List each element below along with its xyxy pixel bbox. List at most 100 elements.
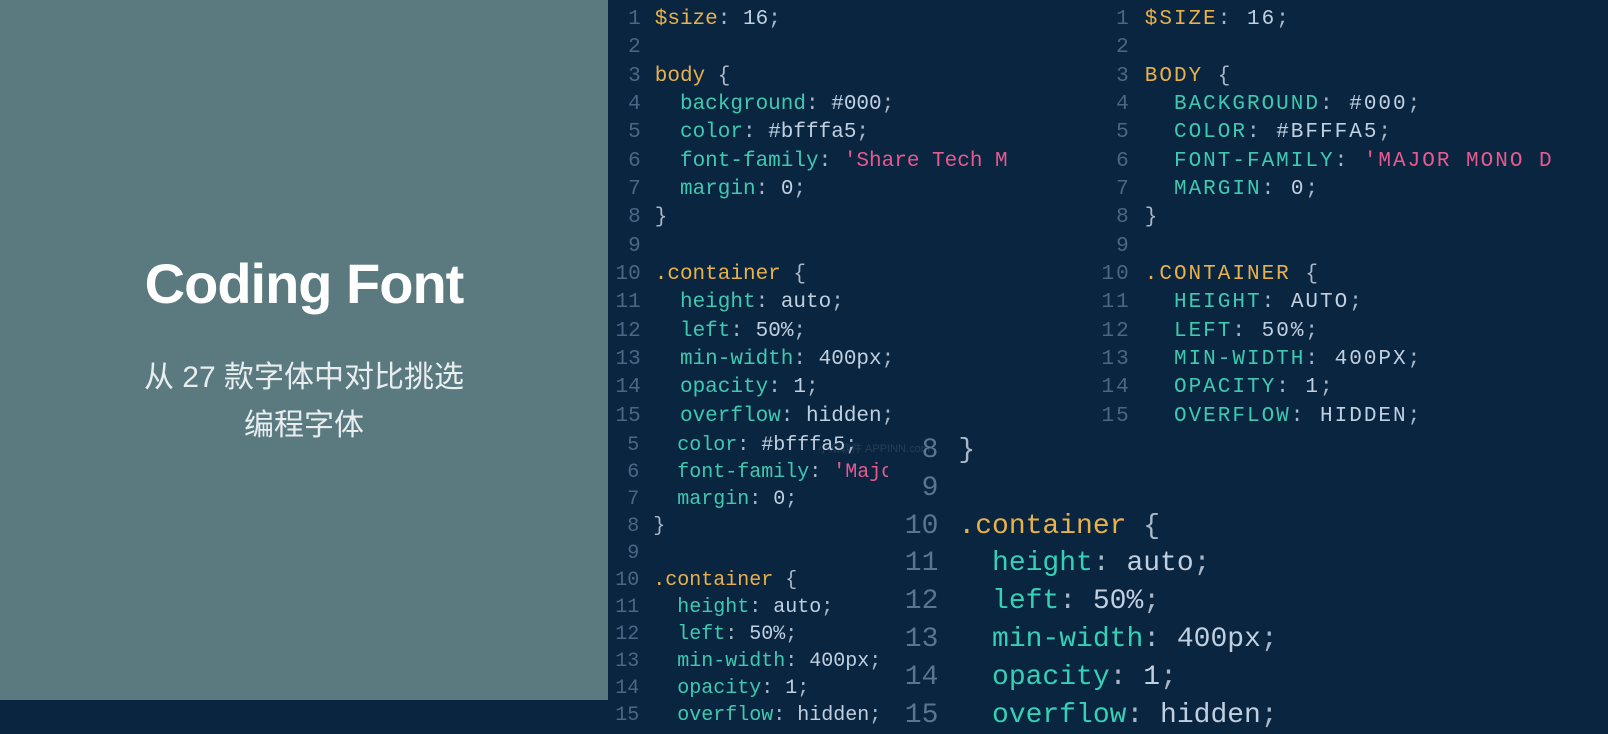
line-number: 14 [608, 374, 641, 402]
code-text: height: auto; [958, 545, 1210, 583]
code-comparison-panel: 1$size: 16;23body {4 background: #000;5 … [608, 0, 1608, 700]
line-number: 9 [608, 233, 641, 261]
line-number: 10 [1098, 261, 1131, 289]
code-line: 13 min-width: 400px; [888, 621, 1608, 659]
line-number: 5 [608, 119, 641, 147]
code-pane-top-left: 1$size: 16;23body {4 background: #000;5 … [608, 6, 1098, 431]
line-number: 9 [1098, 233, 1131, 261]
code-text: HEIGHT: AUTO; [1145, 289, 1364, 317]
code-line: 9 [888, 470, 1608, 508]
code-text: MARGIN: 0; [1145, 176, 1320, 204]
code-line: 15 overflow: hidden; [608, 403, 1098, 431]
code-line: 15 overflow: hidden; [888, 697, 1608, 734]
line-number: 8 [608, 204, 641, 232]
code-text: background: #000; [655, 91, 895, 119]
code-line: 7 MARGIN: 0; [1098, 176, 1608, 204]
code-line: 9 [1098, 233, 1608, 261]
line-number: 15 [1098, 403, 1131, 431]
code-text: color: #bfffa5; [655, 119, 869, 147]
code-line: 14 opacity: 1; [888, 659, 1608, 697]
code-text: .container { [653, 567, 797, 594]
code-pane-top-right: 1$SIZE: 16;23BODY {4 BACKGROUND: #000;5 … [1098, 6, 1608, 431]
code-line: 8} [888, 432, 1608, 470]
line-number: 5 [608, 432, 639, 459]
line-number: 13 [888, 621, 938, 659]
line-number: 9 [608, 540, 639, 567]
line-number: 6 [608, 459, 639, 486]
hero-panel: Coding Font 从 27 款字体中对比挑选 编程字体 [0, 0, 608, 700]
code-line: 4 background: #000; [608, 91, 1098, 119]
code-line: 13 min-width: 400px; [608, 346, 1098, 374]
line-number: 8 [1098, 204, 1131, 232]
code-text: min-width: 400px; [958, 621, 1277, 659]
line-number: 13 [608, 346, 641, 374]
line-number: 12 [888, 583, 938, 621]
code-text: overflow: hidden; [958, 697, 1277, 734]
code-line: 14 opacity: 1; [608, 374, 1098, 402]
code-text: left: 50%; [653, 621, 797, 648]
code-line: 4 BACKGROUND: #000; [1098, 91, 1608, 119]
line-number: 3 [608, 63, 641, 91]
line-number: 6 [608, 148, 641, 176]
page-root: Coding Font 从 27 款字体中对比挑选 编程字体 1$size: 1… [0, 0, 1608, 700]
line-number: 7 [608, 176, 641, 204]
line-number: 7 [608, 486, 639, 513]
line-number: 4 [608, 91, 641, 119]
code-line: 1$SIZE: 16; [1098, 6, 1608, 34]
watermark-text: 小众软件 APPINN.com [818, 440, 930, 456]
code-line: 2 [608, 34, 1098, 62]
code-line: 9 [608, 233, 1098, 261]
line-number: 14 [608, 675, 639, 702]
code-text: BODY { [1145, 63, 1233, 91]
code-text: overflow: hidden; [655, 403, 895, 431]
subtitle-line-2: 编程字体 [244, 409, 364, 442]
code-text: LEFT: 50%; [1145, 318, 1320, 346]
code-text: margin: 0; [653, 486, 797, 513]
line-number: 11 [1098, 289, 1131, 317]
code-text: opacity: 1; [653, 675, 809, 702]
line-number: 15 [608, 403, 641, 431]
code-line: 10 .container { [608, 261, 1098, 289]
code-text: } [653, 513, 665, 540]
code-line: 11 height: auto; [608, 289, 1098, 317]
code-line: 10.container { [888, 508, 1608, 546]
line-number: 14 [1098, 374, 1131, 402]
code-line: 3 body { [608, 63, 1098, 91]
line-number: 7 [1098, 176, 1131, 204]
code-text: } [1145, 204, 1160, 232]
code-text: MIN-WIDTH: 400PX; [1145, 346, 1422, 374]
code-text: body { [655, 63, 731, 91]
code-line: 14 OPACITY: 1; [1098, 374, 1608, 402]
code-text: height: auto; [653, 594, 833, 621]
line-number: 10 [608, 567, 639, 594]
code-text: opacity: 1; [958, 659, 1176, 697]
code-line: 11 height: auto; [888, 545, 1608, 583]
code-text: margin: 0; [655, 176, 806, 204]
line-number: 2 [1098, 34, 1131, 62]
code-line: 2 [1098, 34, 1608, 62]
code-text: left: 50%; [958, 583, 1160, 621]
code-text: FONT-FAMILY: 'MAJOR MONO D [1145, 148, 1554, 176]
code-line: 5 COLOR: #BFFFA5; [1098, 119, 1608, 147]
code-line: 8} [608, 204, 1098, 232]
code-text: .container { [655, 261, 806, 289]
code-line: 6 FONT-FAMILY: 'MAJOR MONO D [1098, 148, 1608, 176]
line-number: 12 [608, 318, 641, 346]
code-text: left: 50%; [655, 318, 806, 346]
code-text: } [958, 432, 975, 470]
code-line: 5 color: #bfffa5; [608, 119, 1098, 147]
page-title: Coding Font [145, 251, 464, 316]
line-number: 15 [608, 702, 639, 729]
code-text: min-width: 400px; [655, 346, 894, 374]
line-number: 10 [608, 261, 641, 289]
code-line: 10 .CONTAINER { [1098, 261, 1608, 289]
code-line: 13 MIN-WIDTH: 400PX; [1098, 346, 1608, 374]
code-text: .CONTAINER { [1145, 261, 1320, 289]
code-line: 6 font-family: 'Share Tech M [608, 148, 1098, 176]
line-number: 15 [888, 697, 938, 734]
code-line: 3BODY { [1098, 63, 1608, 91]
code-text: OVERFLOW: HIDDEN; [1145, 403, 1423, 431]
line-number: 12 [608, 621, 639, 648]
code-text: .container { [958, 508, 1160, 546]
code-line: 12 left: 50%; [888, 583, 1608, 621]
